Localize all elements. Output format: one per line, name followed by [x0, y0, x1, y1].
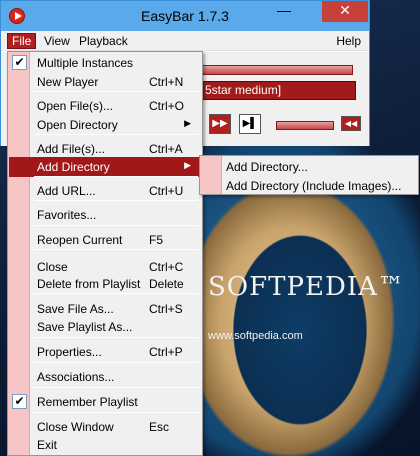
menu-item-label: Close — [37, 260, 68, 274]
menu-view[interactable]: View — [44, 34, 70, 48]
menu-item-delete-from-playlist[interactable]: Delete from Playlist Delete — [9, 274, 201, 294]
menu-item-add-files[interactable]: Add File(s)... Ctrl+A — [9, 139, 201, 159]
menu-item-shortcut: Delete — [149, 277, 184, 291]
window-title: EasyBar 1.7.3 — [141, 8, 229, 24]
menu-item-remember-playlist[interactable]: ✔ Remember Playlist — [9, 392, 201, 412]
menu-item-label: Multiple Instances — [37, 56, 134, 70]
menu-item-label: Associations... — [37, 370, 115, 384]
menu-item-shortcut: Ctrl+N — [149, 75, 184, 89]
menu-item-properties[interactable]: Properties... Ctrl+P — [9, 342, 201, 362]
menu-item-label: Add Directory... — [226, 160, 308, 174]
menu-separator — [34, 176, 198, 177]
menu-item-label: Add URL... — [37, 184, 96, 198]
minimize-button[interactable]: — — [271, 1, 297, 22]
submenu-arrow-icon: ▶ — [184, 118, 191, 128]
softpedia-watermark: SOFTPEDIA™ — [208, 272, 405, 302]
menu-item-shortcut: Esc — [149, 420, 170, 434]
menu-item-reopen-current[interactable]: Reopen Current F5 — [9, 230, 201, 250]
menu-item-label: New Player — [37, 75, 99, 89]
submenu-arrow-icon: ▶ — [184, 160, 191, 170]
checkmark-icon: ✔ — [12, 55, 27, 70]
menu-item-add-url[interactable]: Add URL... Ctrl+U — [9, 181, 201, 201]
menu-item-favorites[interactable]: Favorites... — [9, 205, 201, 225]
menu-separator — [34, 362, 198, 363]
menu-item-label: Delete from Playlist — [37, 277, 141, 291]
menu-separator — [34, 337, 198, 338]
menu-item-label: Add Directory — [37, 160, 110, 174]
menu-item-label: Exit — [37, 438, 58, 452]
menu-item-open-files[interactable]: Open File(s)... Ctrl+O — [9, 96, 201, 116]
menu-item-close-window[interactable]: Close Window Esc — [9, 417, 201, 437]
submenu-item-add-directory-include-images[interactable]: Add Directory (Include Images)... — [201, 176, 417, 196]
menu-item-add-directory[interactable]: Add Directory ▶ — [9, 157, 201, 177]
volume-bar[interactable] — [276, 121, 334, 130]
submenu-item-add-directory[interactable]: Add Directory... — [201, 157, 417, 177]
menu-item-save-file-as[interactable]: Save File As... Ctrl+S — [9, 299, 201, 319]
menu-item-shortcut: Ctrl+S — [149, 302, 183, 316]
menu-item-save-playlist-as[interactable]: Save Playlist As... — [9, 317, 201, 337]
menu-item-label: Favorites... — [37, 208, 97, 222]
rewind-button[interactable]: ◀◀ — [341, 116, 361, 131]
close-button[interactable]: ✕ — [322, 1, 368, 22]
menu-separator — [34, 293, 198, 294]
checkmark-icon: ✔ — [12, 394, 27, 409]
menu-item-exit[interactable]: Exit — [9, 435, 201, 455]
menu-separator — [34, 91, 198, 92]
menu-item-shortcut: Ctrl+A — [149, 142, 183, 156]
menu-item-label: Save File As... — [37, 302, 114, 316]
menu-item-label: Open Directory — [37, 118, 118, 132]
menu-item-shortcut: Ctrl+C — [149, 260, 184, 274]
next-track-button[interactable]: ▶▌ — [239, 114, 261, 134]
menu-item-shortcut: Ctrl+O — [149, 99, 185, 113]
menu-file[interactable]: File — [7, 33, 37, 49]
file-menu: ✔ Multiple Instances New Player Ctrl+N Open … — [7, 51, 203, 456]
menu-separator — [34, 225, 198, 226]
menu-item-label: Open File(s)... — [37, 99, 114, 113]
add-directory-submenu: Add Directory... Add Directory (Include … — [199, 155, 419, 195]
menu-item-open-directory[interactable]: Open Directory ▶ — [9, 115, 201, 135]
menu-item-label: Add Directory (Include Images)... — [226, 179, 402, 193]
menu-item-label: Save Playlist As... — [37, 320, 133, 334]
menu-playback[interactable]: Playback — [79, 34, 128, 48]
menu-item-label: Reopen Current — [37, 233, 123, 247]
menu-separator — [34, 412, 198, 413]
menu-help[interactable]: Help — [336, 34, 361, 48]
fast-forward-button[interactable]: ▶▶ — [209, 114, 231, 134]
menu-item-label: Remember Playlist — [37, 395, 138, 409]
menu-item-shortcut: F5 — [149, 233, 164, 247]
menu-separator — [34, 249, 198, 250]
softpedia-url: www.softpedia.com — [208, 330, 303, 342]
menu-item-shortcut: Ctrl+U — [149, 184, 184, 198]
menu-item-associations[interactable]: Associations... — [9, 367, 201, 387]
menu-separator — [34, 200, 198, 201]
now-playing-display: 5star medium] — [201, 81, 356, 100]
seek-bar[interactable] — [201, 65, 353, 75]
menu-item-label: Add File(s)... — [37, 142, 106, 156]
title-bar[interactable]: EasyBar 1.7.3 — ✕ — [1, 1, 369, 31]
menu-item-shortcut: Ctrl+P — [149, 345, 183, 359]
menu-item-multiple-instances[interactable]: ✔ Multiple Instances — [9, 53, 201, 73]
menu-item-label: Properties... — [37, 345, 102, 359]
menu-item-new-player[interactable]: New Player Ctrl+N — [9, 72, 201, 92]
menu-separator — [34, 387, 198, 388]
menu-separator — [34, 134, 198, 135]
menu-item-label: Close Window — [37, 420, 114, 434]
menu-bar: File View Playback Help — [1, 31, 369, 51]
